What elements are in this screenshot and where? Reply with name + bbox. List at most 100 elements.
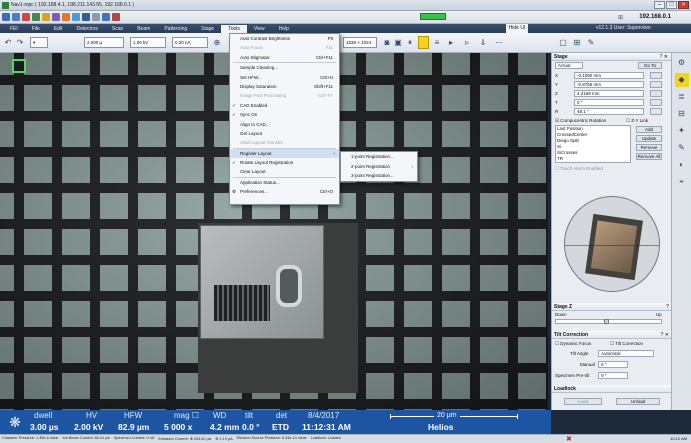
current-select[interactable]: 0.20 nA (172, 37, 208, 48)
unload-button[interactable]: Unload (616, 398, 660, 405)
layers-icon[interactable]: ≣ (675, 90, 689, 104)
close-button[interactable]: × (678, 1, 689, 9)
navigation-icon[interactable]: ✦ (675, 124, 689, 138)
hide-ui-tab[interactable]: Hide UI (506, 24, 528, 33)
pin-icon[interactable]: ? (666, 303, 669, 311)
error-icon[interactable]: ✖ (566, 435, 572, 443)
menu-file[interactable]: File (25, 25, 47, 33)
menu-item-sample-cleaning[interactable]: Sample Cleaning... (230, 63, 339, 72)
alignment-icon[interactable]: ⊟ (675, 107, 689, 121)
stage-z-slider[interactable] (555, 319, 662, 324)
dynamic-focus-checkbox[interactable]: ☐ Dynamic Focus (555, 341, 591, 347)
stage-tool-icon[interactable]: ⚙ (675, 56, 689, 70)
stage-mode-select[interactable]: Actual (555, 62, 583, 69)
menu-edit[interactable]: Edit (47, 25, 70, 33)
detector-icon[interactable]: ◐ (675, 158, 689, 172)
menu-item-abort-layout-transfer[interactable]: Abort Layout Transfer (230, 138, 339, 147)
menu-item-rotate-layout-registration[interactable]: ✓ Rotate Layout Registration (230, 158, 339, 167)
save-icon[interactable] (32, 13, 40, 21)
undo-icon[interactable]: ↶ (3, 37, 13, 48)
touch-alarm-checkbox[interactable]: ☐ Touch Alarm Enabled (555, 166, 603, 172)
reduced-area-icon[interactable]: ▹ (462, 37, 472, 48)
menu-view[interactable]: View (247, 25, 272, 33)
menu-item-3-point-registration[interactable]: 3-point Registration... (341, 171, 417, 181)
stage-navigation-map[interactable] (564, 196, 660, 292)
menu-fei[interactable]: FEI (3, 25, 25, 33)
position-list[interactable]: Last Position CrossedCenter Diego Split … (555, 125, 631, 163)
beam-selector[interactable]: ▾ (30, 37, 48, 48)
stage-t-field[interactable]: 0 ° (574, 99, 644, 106)
grid-icon[interactable] (102, 13, 110, 21)
stage-x-step-button[interactable] (650, 72, 662, 79)
stage-z-slider-handle[interactable] (604, 319, 609, 324)
remove-all-button[interactable]: Remove All (636, 153, 662, 160)
list-item[interactable]: TR (556, 156, 630, 162)
load-button[interactable]: Load (564, 398, 602, 405)
menu-item-image-post-processing[interactable]: Image Post Processing Ctrl+F7 (230, 91, 339, 100)
menu-item-cad-enabled[interactable]: ✓ CAD Enabled (230, 101, 339, 110)
line-scan-icon[interactable]: ▸ (446, 37, 456, 48)
menu-item-preferences[interactable]: ⚙ Preferences... Ctrl+O (230, 187, 339, 196)
patterning-icon[interactable]: ⌖ (675, 175, 689, 189)
stop-icon[interactable] (112, 13, 120, 21)
menu-scan[interactable]: Scan (105, 25, 130, 33)
menu-item-set-hfw[interactable]: Set HFW... Ctrl+H (230, 73, 339, 82)
tilt-angle-select[interactable]: Automatic (598, 350, 654, 357)
manual-tilt-field[interactable]: 0 ° (598, 361, 628, 368)
menu-item-sync-on[interactable]: ✓ Sync On (230, 110, 339, 119)
menu-item-2-point-registration[interactable]: 2-point Registration › (341, 162, 417, 172)
menu-item-clear-layout[interactable]: Clear Layout (230, 167, 339, 176)
active-tool-icon[interactable]: ◆ (674, 73, 689, 87)
scan-speed-icon[interactable]: ≡ (432, 37, 442, 48)
update-position-button[interactable]: Update (636, 135, 662, 142)
resolution-select[interactable]: 1536 × 1024 (343, 37, 377, 48)
stage-t-step-button[interactable] (650, 99, 662, 106)
quad-view-icon[interactable]: ⊞ (572, 37, 582, 48)
snapshot-icon[interactable] (72, 13, 80, 21)
maximize-button[interactable]: □ (666, 1, 677, 9)
new-icon[interactable] (2, 13, 10, 21)
print-icon[interactable] (52, 13, 60, 21)
more-tools-icon[interactable]: ⋯ (494, 37, 504, 48)
menu-detectors[interactable]: Detectors (69, 25, 104, 33)
remove-position-button[interactable]: Remove (636, 144, 662, 151)
menu-item-align-to-cad[interactable]: Align to CAD... (230, 120, 339, 129)
camera-icon[interactable]: ◙ (382, 37, 392, 48)
menu-item-register-layout[interactable]: Register Layout › (230, 148, 339, 159)
add-position-button[interactable]: Add (636, 126, 662, 133)
stage-z-step-button[interactable] (650, 90, 662, 97)
menu-item-auto-focus[interactable]: Auto Focus F11 (230, 43, 339, 52)
menu-item-1-point-registration[interactable]: 1-point Registration... (341, 152, 417, 162)
beam-icon[interactable] (62, 13, 70, 21)
z-link-checkbox[interactable]: ☐ Z-Y Link (626, 118, 648, 124)
stage-home-icon[interactable]: ⇓ (478, 37, 488, 48)
voltage-select[interactable]: 1.00 kV (130, 37, 166, 48)
minimize-button[interactable]: – (654, 1, 665, 9)
active-scan-button[interactable] (418, 36, 429, 49)
crosshair-icon[interactable]: ⊕ (212, 37, 222, 48)
stage-y-step-button[interactable] (650, 81, 662, 88)
redo-icon[interactable]: ↷ (15, 37, 25, 48)
stage-z-field[interactable]: 4.2169 mm (574, 90, 644, 97)
quad-selector-marker[interactable] (12, 59, 26, 73)
stage-r-field[interactable]: 48.1 ° (574, 108, 644, 115)
snapshot-button-icon[interactable]: ▣ (393, 37, 403, 48)
menu-stage[interactable]: Stage (194, 25, 221, 33)
menu-patterning[interactable]: Patterning (157, 25, 194, 33)
pin-icon[interactable]: ? ✕ (661, 331, 669, 339)
menu-item-get-layout[interactable]: Get Layout (230, 129, 339, 138)
folder-icon[interactable] (42, 13, 50, 21)
open-icon[interactable] (12, 13, 20, 21)
window-layout-icon[interactable]: ▢ (558, 37, 568, 48)
pen-icon[interactable]: ✎ (586, 37, 596, 48)
pin-icon[interactable]: ? ✕ (660, 53, 668, 61)
stage-r-step-button[interactable] (650, 108, 662, 115)
go-to-button[interactable]: Go To (638, 62, 662, 69)
stage-x-field[interactable]: -0.1090 mm (574, 72, 644, 79)
compucentric-checkbox[interactable]: ☑ Compucentric Rotation (555, 118, 606, 124)
menu-tools[interactable]: Tools (221, 25, 247, 33)
pause-icon[interactable]: ⏸ (405, 37, 415, 48)
menu-beam[interactable]: Beam (130, 25, 157, 33)
hfw-select[interactable]: 2.000 µ (84, 37, 124, 48)
tilt-correction-checkbox[interactable]: ☐ Tilt Correction (610, 341, 643, 347)
